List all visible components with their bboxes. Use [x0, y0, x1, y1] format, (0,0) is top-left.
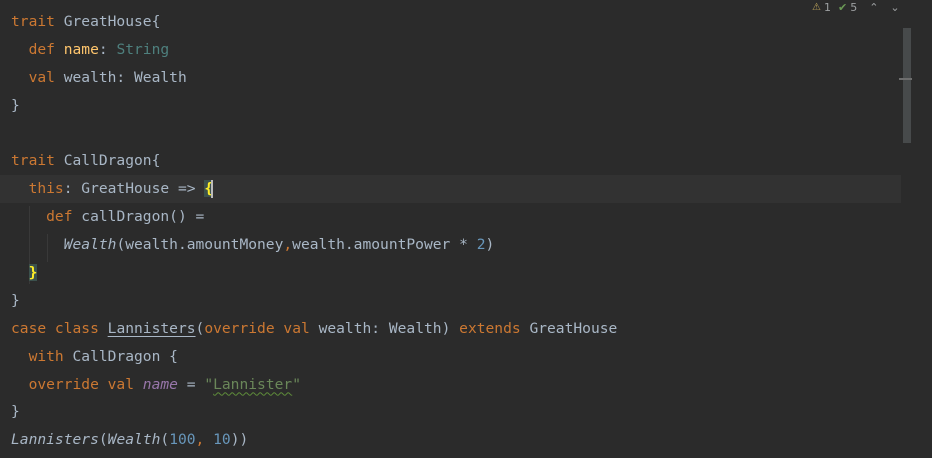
code-token: override val	[204, 319, 319, 337]
code-token: Lannisters	[107, 319, 196, 337]
error-stripe-mark[interactable]	[899, 78, 912, 80]
code-token: (	[98, 431, 108, 449]
code-token: extends	[459, 319, 530, 337]
code-token: GreatHouse{	[63, 13, 161, 30]
code-token: with	[28, 347, 73, 365]
code-token: wealth: Wealth	[63, 68, 187, 86]
code-token: }	[28, 264, 38, 282]
code-token: }	[11, 291, 20, 309]
code-token: : GreatHouse =>	[63, 180, 205, 198]
typo-check-icon[interactable]: ✔	[838, 1, 847, 14]
code-token: )	[485, 236, 495, 254]
code-token: ,	[195, 431, 214, 449]
chevron-down-icon[interactable]: ⌄	[890, 1, 899, 14]
code-line[interactable]: val wealth: Wealth	[11, 64, 901, 92]
code-line[interactable]: Wealth(wealth.amountMoney,wealth.amountP…	[11, 231, 901, 259]
code-token: 10	[213, 431, 231, 449]
code-token: wealth: Wealth)	[318, 319, 460, 337]
code-token: (	[195, 319, 205, 337]
typo-count[interactable]: 5	[850, 1, 857, 14]
code-token: override val	[11, 375, 143, 393]
code-token: Wealth	[63, 236, 117, 254]
inspection-widget[interactable]: ⚠ 1 ✔ 5 ⌃ ⌄	[812, 0, 900, 14]
code-token: CallDragon{	[63, 152, 161, 170]
code-token: "	[204, 375, 214, 393]
code-token: Lannisters	[11, 431, 99, 449]
code-line[interactable]: Lannisters(Wealth(100, 10))	[11, 426, 901, 454]
code-line[interactable]: override val name = "Lannister"	[11, 371, 901, 399]
chevron-up-icon[interactable]: ⌃	[869, 1, 878, 14]
code-token: val	[11, 68, 64, 86]
code-line[interactable]: case class Lannisters(override val wealt…	[11, 315, 901, 343]
code-token: }	[11, 403, 20, 421]
warning-icon[interactable]: ⚠	[812, 2, 821, 13]
code-token: case class	[11, 319, 108, 337]
code-line[interactable]	[11, 120, 901, 148]
code-token: (	[160, 431, 170, 449]
code-line[interactable]: this: GreatHouse => {	[0, 175, 912, 204]
warning-count[interactable]: 1	[824, 1, 831, 14]
code-token: :	[98, 40, 117, 58]
code-area[interactable]: trait GreatHouse{ def name: String val w…	[0, 8, 912, 454]
code-line[interactable]: trait GreatHouse{	[11, 8, 901, 36]
code-token: trait	[11, 152, 64, 170]
code-token: wealth.amountPower *	[292, 236, 477, 254]
code-line[interactable]: }	[11, 287, 901, 315]
code-token: name	[63, 40, 99, 58]
code-token: 100	[169, 431, 196, 449]
code-token: callDragon() =	[81, 208, 205, 226]
code-token: trait	[11, 13, 64, 30]
code-token: name	[142, 375, 178, 393]
code-token: def	[11, 40, 64, 58]
code-token: this	[11, 180, 64, 198]
code-token: Lannister	[213, 375, 293, 393]
code-token: =	[177, 375, 205, 393]
code-line[interactable]: }	[11, 398, 901, 426]
code-token: ,	[283, 236, 293, 254]
code-line[interactable]: trait CallDragon{	[11, 147, 901, 175]
code-token: }	[11, 96, 20, 114]
code-line[interactable]: with CallDragon {	[11, 343, 901, 371]
scrollbar-thumb[interactable]	[903, 28, 911, 143]
code-line[interactable]: }	[11, 259, 901, 287]
code-line[interactable]: def name: String	[11, 36, 901, 64]
code-token: String	[116, 40, 170, 58]
code-editor[interactable]: trait GreatHouse{ def name: String val w…	[0, 0, 932, 458]
code-token: ))	[230, 431, 249, 449]
code-token: GreatHouse	[529, 319, 618, 337]
text-caret	[211, 180, 213, 199]
code-line[interactable]: def callDragon() =	[11, 203, 901, 231]
code-token: "	[292, 375, 301, 393]
code-line[interactable]: }	[11, 92, 901, 120]
code-token: Wealth	[107, 431, 161, 449]
code-token: def	[11, 208, 82, 226]
code-token: CallDragon {	[72, 347, 178, 365]
code-token: (wealth.amountMoney	[116, 236, 284, 254]
